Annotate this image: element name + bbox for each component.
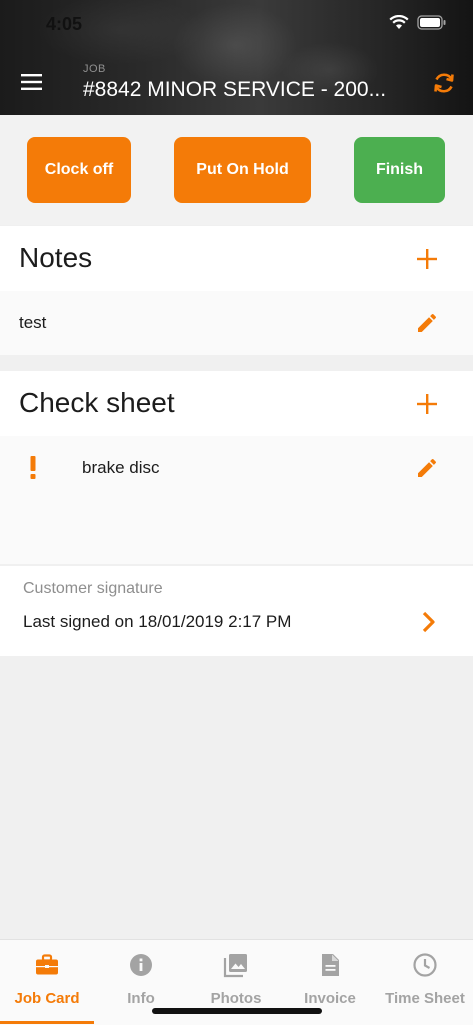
edit-note-icon[interactable] (415, 311, 439, 335)
warning-exclamation-icon (30, 456, 36, 479)
menu-icon[interactable] (20, 72, 44, 92)
signature-label: Customer signature (23, 580, 163, 597)
customer-signature-row[interactable]: Customer signature Last signed on 18/01/… (0, 566, 473, 656)
action-bar: Clock off Put On Hold Finish (0, 115, 473, 225)
add-note-icon[interactable] (415, 247, 439, 271)
home-indicator (152, 1008, 322, 1014)
check-sheet-header: Check sheet (0, 371, 473, 437)
briefcase-icon (36, 954, 58, 975)
tab-time-sheet[interactable]: Time Sheet (378, 952, 472, 1007)
tab-invoice[interactable]: Invoice (283, 952, 377, 1007)
photos-icon (223, 954, 247, 978)
job-label: JOB (83, 63, 106, 75)
finish-button[interactable]: Finish (354, 137, 445, 203)
clock-off-button[interactable]: Clock off (27, 137, 131, 203)
app-header: 4:05 JOB #8842 MINOR SERVICE - 200... (0, 0, 473, 115)
edit-check-item-icon[interactable] (415, 456, 439, 480)
notes-title: Notes (19, 242, 93, 273)
tab-label-info: Info (127, 990, 155, 1007)
tab-label-invoice: Invoice (304, 990, 356, 1007)
check-item-text: brake disc (82, 458, 160, 477)
chevron-right-icon[interactable] (421, 610, 437, 634)
note-item[interactable]: test (0, 291, 473, 355)
tab-label-time-sheet: Time Sheet (385, 990, 465, 1007)
add-check-item-icon[interactable] (415, 392, 439, 416)
check-sheet-title: Check sheet (19, 387, 175, 418)
check-sheet-item[interactable]: brake disc (0, 436, 473, 564)
job-title: #8842 MINOR SERVICE - 200... (83, 78, 387, 101)
info-icon (130, 954, 152, 976)
tab-info[interactable]: Info (94, 952, 188, 1007)
tab-label-photos: Photos (210, 990, 262, 1007)
battery-icon (417, 15, 446, 30)
sync-icon[interactable] (431, 70, 457, 96)
put-on-hold-button[interactable]: Put On Hold (174, 137, 311, 203)
tab-photos[interactable]: Photos (189, 952, 283, 1007)
notes-header: Notes (0, 226, 473, 292)
status-icons (389, 15, 447, 30)
tab-label-job-card: Job Card (14, 990, 80, 1007)
status-time: 4:05 (46, 14, 83, 34)
signature-value: Last signed on 18/01/2019 2:17 PM (23, 612, 292, 631)
clock-icon (413, 953, 437, 977)
note-text: test (19, 313, 47, 332)
document-icon (322, 954, 339, 976)
wifi-icon (389, 15, 409, 29)
tab-job-card[interactable]: Job Card (0, 952, 94, 1007)
